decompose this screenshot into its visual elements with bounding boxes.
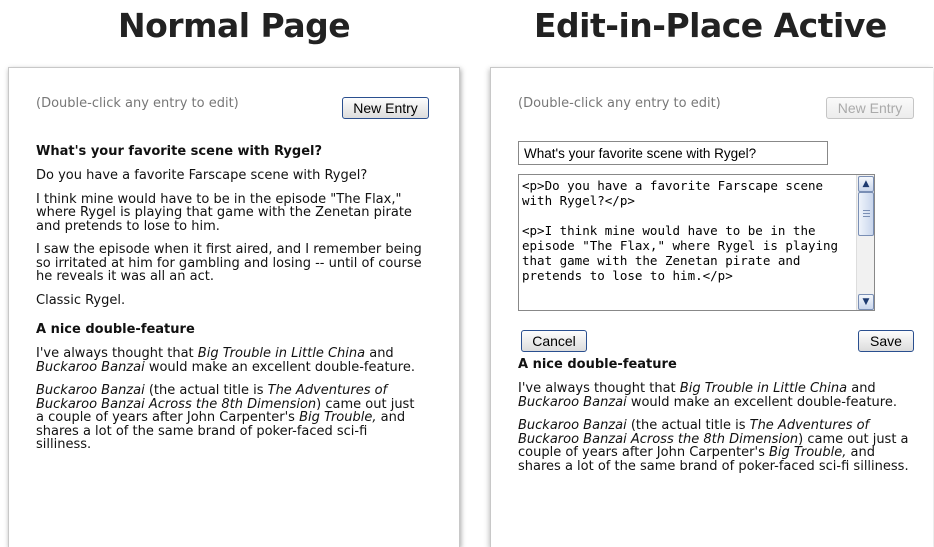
entry-body-textarea[interactable]: <p>Do you have a favorite Farscape scene… bbox=[518, 174, 875, 311]
entry-title-input[interactable] bbox=[518, 141, 828, 165]
textarea-scrollbar[interactable]: ▲ ▼ bbox=[856, 175, 874, 310]
cancel-button[interactable]: Cancel bbox=[521, 330, 587, 352]
entry-body-text[interactable]: <p>Do you have a favorite Farscape scene… bbox=[522, 178, 854, 283]
entry-paragraph: Buckaroo Banzai (the actual title is The… bbox=[518, 418, 909, 474]
entry-paragraph: I saw the episode when it first aired, a… bbox=[36, 242, 422, 284]
entry-title: A nice double-feature bbox=[36, 322, 195, 337]
edit-in-place-panel: (Double-click any entry to edit) New Ent… bbox=[490, 67, 933, 547]
entry-paragraph: Classic Rygel. bbox=[36, 292, 126, 308]
entry[interactable]: A nice double-feature I've always though… bbox=[36, 323, 426, 452]
entries-list: A nice double-feature I've always though… bbox=[518, 358, 918, 483]
scroll-up-arrow-icon[interactable]: ▲ bbox=[858, 176, 874, 192]
entry-paragraph: Do you have a favorite Farscape scene wi… bbox=[36, 168, 368, 183]
entry-paragraph: I've always thought that Big Trouble in … bbox=[36, 346, 415, 375]
scroll-down-arrow-icon[interactable]: ▼ bbox=[858, 294, 874, 310]
entry-paragraph: I've always thought that Big Trouble in … bbox=[518, 381, 897, 410]
normal-page-heading: Normal Page bbox=[118, 6, 351, 45]
edit-in-place-heading: Edit-in-Place Active bbox=[534, 6, 887, 45]
edit-hint: (Double-click any entry to edit) bbox=[36, 96, 239, 111]
edit-hint: (Double-click any entry to edit) bbox=[518, 96, 721, 111]
entry-paragraph: I think mine would have to be in the epi… bbox=[36, 191, 412, 234]
entry-title: What's your favorite scene with Rygel? bbox=[36, 144, 323, 159]
entry-title: A nice double-feature bbox=[518, 357, 677, 372]
entry[interactable]: What's your favorite scene with Rygel? D… bbox=[36, 145, 426, 307]
entries-list: What's your favorite scene with Rygel? D… bbox=[36, 145, 426, 462]
save-button[interactable]: Save bbox=[858, 330, 914, 352]
normal-page-panel: (Double-click any entry to edit) New Ent… bbox=[8, 67, 460, 547]
entry-paragraph: Buckaroo Banzai (the actual title is The… bbox=[36, 383, 415, 452]
scroll-thumb[interactable] bbox=[858, 192, 874, 236]
entry[interactable]: A nice double-feature I've always though… bbox=[518, 358, 918, 473]
new-entry-button[interactable]: New Entry bbox=[342, 97, 429, 119]
new-entry-button-disabled: New Entry bbox=[826, 97, 914, 119]
